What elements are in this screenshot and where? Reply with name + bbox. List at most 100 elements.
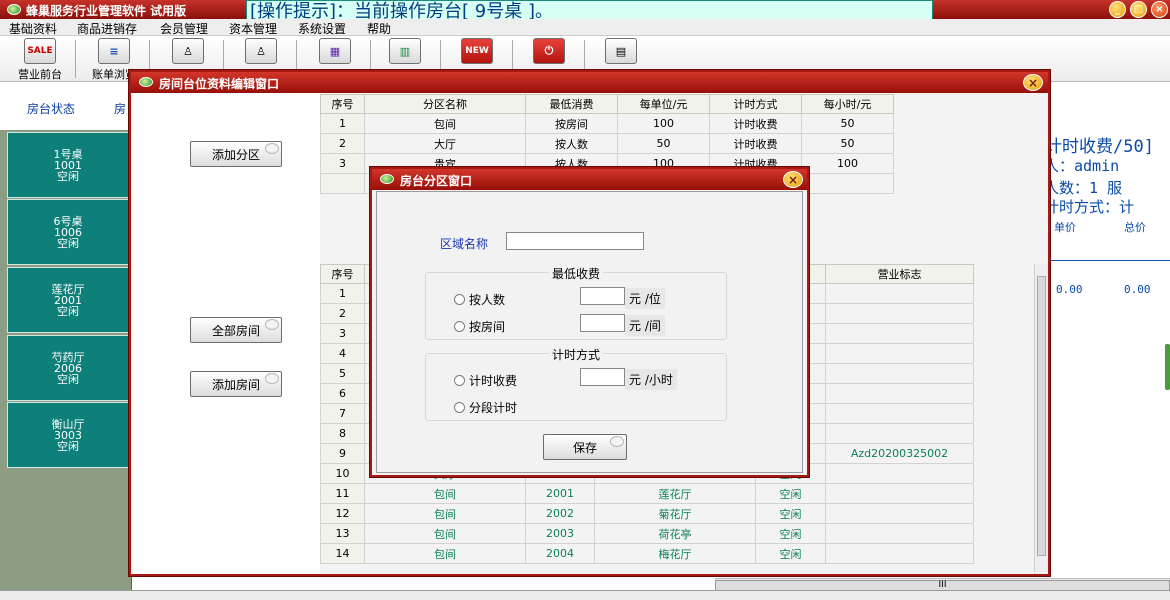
by-person-radio[interactable]: 按人数 (454, 291, 505, 308)
min-charge-title-text: 最低收费 (548, 267, 603, 281)
cell (801, 173, 894, 194)
table-row[interactable]: 12 包间 2002 菊花厅 空闲 (320, 503, 974, 524)
minimize-icon[interactable]: _ (1109, 1, 1126, 18)
room-name: 衡山厅 (51, 417, 85, 431)
room-name: 6号桌 (53, 214, 83, 228)
menu-members[interactable]: 会员管理 (160, 20, 208, 37)
timed-charge-radio[interactable]: 计时收费 (454, 372, 517, 389)
window-controls: _ □ × (1109, 1, 1168, 18)
room-name: 芍药厅 (51, 350, 85, 364)
add-room-button[interactable]: 添加房间 (190, 371, 282, 397)
add-zone-button[interactable]: 添加分区 (190, 141, 282, 167)
zone-dialog: 房台分区窗口 × 区域名称 最低收费 按人数 元 /位 按房间 元 /间 计时方… (370, 167, 809, 477)
hourly-price-input[interactable] (580, 368, 625, 386)
room-card[interactable]: 6号桌 1006 空闲 (7, 199, 129, 265)
cell (825, 283, 974, 304)
menu-inventory[interactable]: 商品进销存 (77, 20, 137, 37)
cell: 空闲 (755, 503, 826, 524)
cell: 10 (320, 463, 365, 484)
tab-room[interactable]: 房 (114, 100, 126, 117)
table-row[interactable]: 1 包间 按房间 100 计时收费 50 (320, 113, 894, 134)
menu-capital[interactable]: 资本管理 (229, 20, 277, 37)
per-room-price-input[interactable] (580, 314, 625, 332)
col-header[interactable]: 序号 (320, 94, 365, 114)
cell (825, 303, 974, 324)
table-row[interactable]: 14 包间 2004 梅花厅 空闲 (320, 543, 974, 564)
tab-room-status[interactable]: 房台状态 (27, 100, 75, 117)
cell: 12 (320, 503, 365, 524)
cell: 菊花厅 (594, 503, 756, 524)
radio-icon (454, 375, 465, 386)
col-header[interactable]: 计时方式 (709, 94, 802, 114)
save-button[interactable]: 保存 (543, 434, 627, 460)
timed-charge-label: 计时收费 (469, 374, 518, 388)
close-icon[interactable]: × (1151, 1, 1168, 18)
table-row[interactable]: 11 包间 2001 莲花厅 空闲 (320, 483, 974, 504)
cell: 按人数 (525, 133, 618, 154)
zone-dialog-titlebar[interactable]: 房台分区窗口 × (372, 169, 807, 190)
dialog-green-icon (139, 77, 153, 87)
cell: 包间 (364, 483, 526, 504)
menu-basic-data[interactable]: 基础资料 (9, 20, 57, 37)
cell: 按房间 (525, 113, 618, 134)
cell: 包间 (364, 543, 526, 564)
bill-list-icon: ≡ (98, 38, 130, 64)
maximize-icon[interactable]: □ (1130, 1, 1147, 18)
room-code: 2006 (54, 361, 82, 375)
all-rooms-button[interactable]: 全部房间 (190, 317, 282, 343)
zone-table-header: 序号 分区名称 最低消费 每单位/元 计时方式 每小时/元 (320, 94, 894, 114)
cell: 包间 (364, 523, 526, 544)
room-card[interactable]: 衡山厅 3003 空闲 (7, 402, 129, 468)
col-header[interactable]: 最低消费 (525, 94, 618, 114)
scroll-thumb[interactable] (1037, 276, 1046, 556)
area-name-input[interactable] (506, 232, 644, 250)
room-card[interactable]: 莲花厅 2001 空闲 (7, 267, 129, 333)
cell: Azd20200325002 (825, 443, 974, 464)
app-green-icon (7, 4, 21, 15)
cell (825, 483, 974, 504)
col-header[interactable]: 每小时/元 (801, 94, 894, 114)
timing-method-text: 计时方式：计 (1044, 198, 1135, 216)
cell: 空闲 (755, 543, 826, 564)
cell: 计时收费 (709, 133, 802, 154)
col-header[interactable]: 营业标志 (825, 264, 974, 284)
col-header[interactable]: 分区名称 (364, 94, 526, 114)
table-row[interactable]: 13 包间 2003 荷花亭 空闲 (320, 523, 974, 544)
cell: 14 (320, 543, 365, 564)
cell: 包间 (364, 503, 526, 524)
per-person-unit: 元 /位 (625, 288, 665, 309)
room-panel: 1号桌 1001 空闲 6号桌 1006 空闲 莲花厅 2001 空闲 芍药厅 … (0, 130, 132, 590)
segment-timing-label: 分段计时 (469, 401, 518, 415)
room-card[interactable]: 芍药厅 2006 空闲 (7, 335, 129, 401)
close-icon[interactable]: × (1023, 74, 1043, 91)
zone-dialog-title: 房台分区窗口 (400, 174, 473, 188)
col-header[interactable]: 每单位/元 (617, 94, 710, 114)
segment-timing-radio[interactable]: 分段计时 (454, 399, 517, 416)
room-code: 1001 (54, 158, 82, 172)
room-edit-dialog-titlebar[interactable]: 房间台位资料编辑窗口 × (131, 72, 1048, 93)
front-desk-button[interactable]: SALE 营业前台 (5, 38, 75, 82)
cell (825, 403, 974, 424)
col-header[interactable]: 序号 (320, 264, 365, 284)
cell: 2003 (525, 523, 595, 544)
cell: 9 (320, 443, 365, 464)
menu-settings[interactable]: 系统设置 (298, 20, 346, 37)
vertical-scrollbar[interactable] (1034, 264, 1048, 572)
per-person-price-input[interactable] (580, 287, 625, 305)
report-grid-icon: ▦ (319, 38, 351, 64)
side-handle[interactable] (1165, 344, 1170, 390)
total-price-value: 0.00 (1124, 283, 1151, 296)
room-card[interactable]: 1号桌 1001 空闲 (7, 132, 129, 198)
cell: 6 (320, 383, 365, 404)
cell: 大厅 (364, 133, 526, 154)
menu-bar: 基础资料 商品进销存 会员管理 资本管理 系统设置 帮助 (0, 19, 1170, 36)
close-icon[interactable]: × (783, 171, 803, 188)
order-panel: C 计时收费/50] 人：admin 人数：1 服 计时方式：计 单价 总价 0… (1040, 82, 1170, 600)
staff-icon: ♙ (245, 38, 277, 64)
menu-help[interactable]: 帮助 (367, 20, 391, 37)
table-row[interactable]: 2 大厅 按人数 50 计时收费 50 (320, 133, 894, 154)
by-room-radio[interactable]: 按房间 (454, 318, 505, 335)
cell: 3 (320, 323, 365, 344)
cell: 包间 (364, 113, 526, 134)
col-total-price: 总价 (1124, 221, 1146, 234)
